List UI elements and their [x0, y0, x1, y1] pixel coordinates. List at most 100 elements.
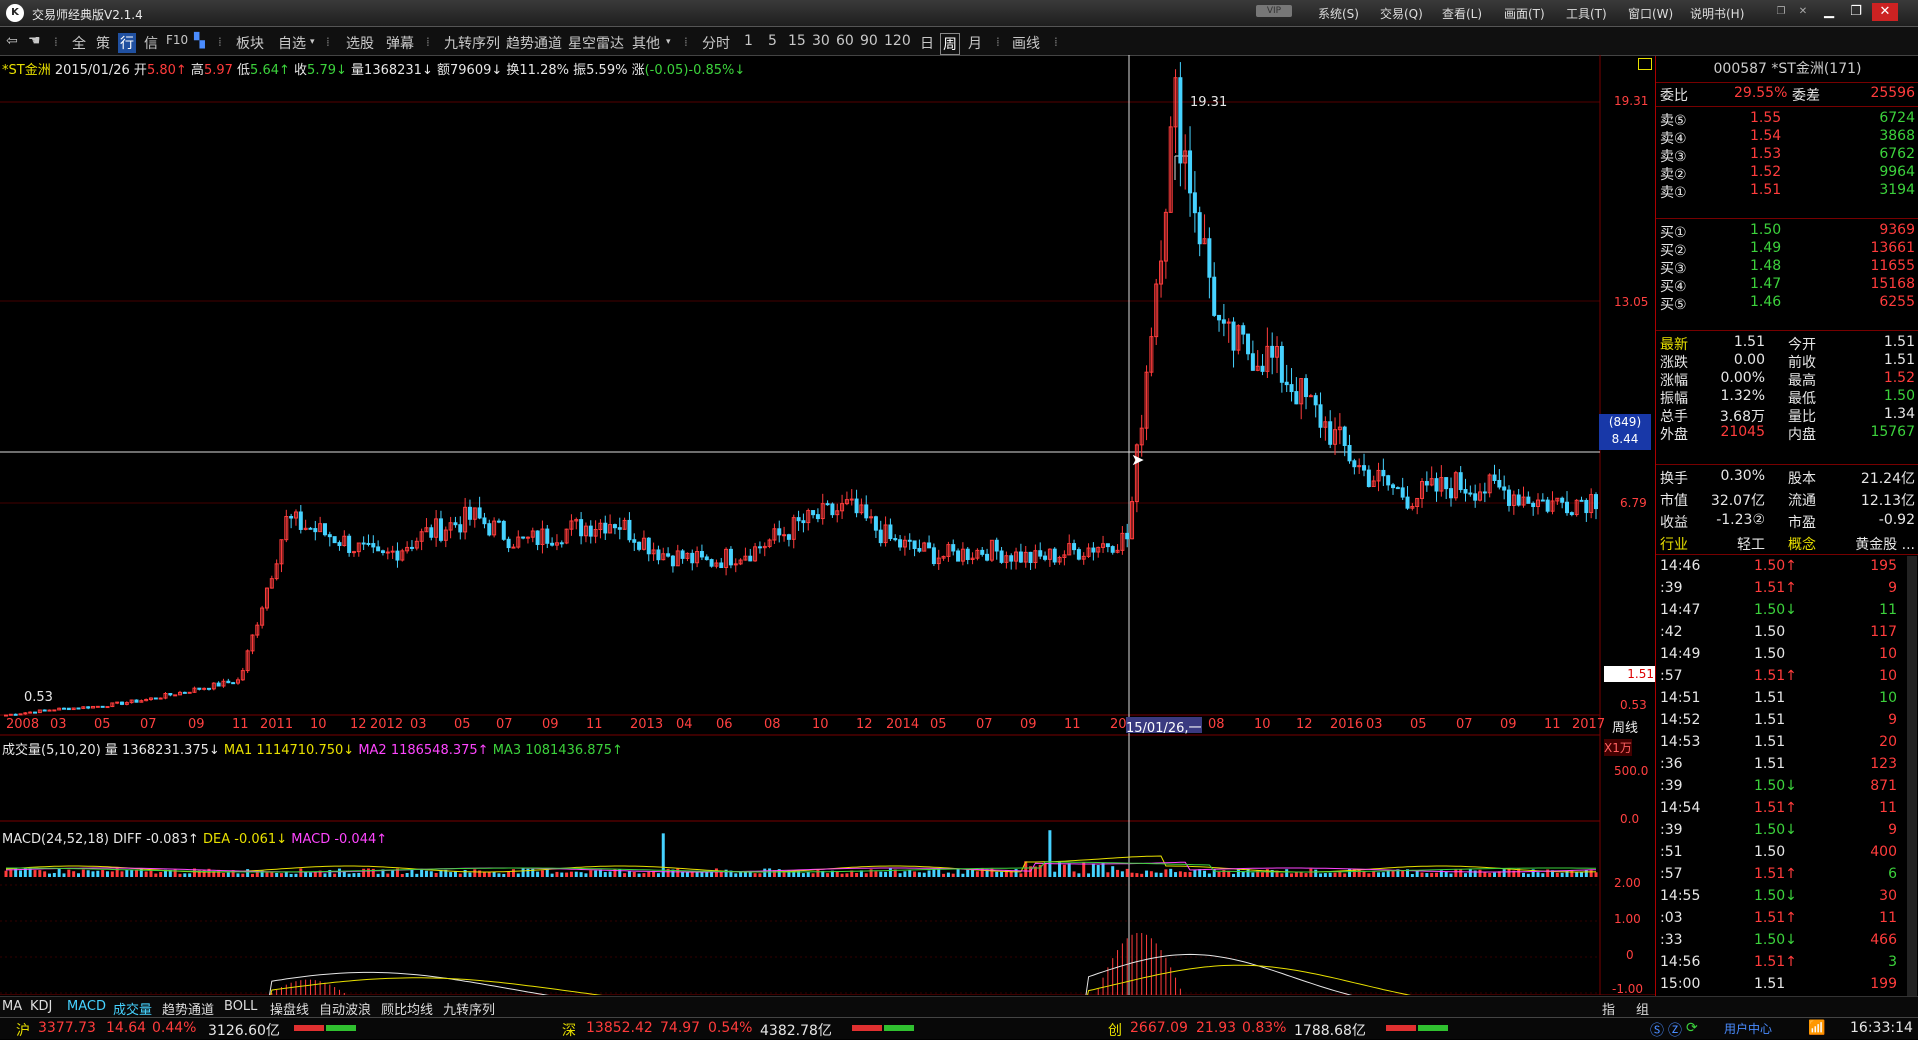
- indicator-tab[interactable]: 自动波浪: [319, 999, 371, 1018]
- tick-volume: 10: [1879, 646, 1897, 662]
- candle-body: [1507, 489, 1512, 506]
- candle-body: [371, 543, 376, 548]
- peak-price-label: 19.31: [1190, 95, 1228, 110]
- stat2-label: 行业: [1660, 537, 1688, 553]
- period-week[interactable]: 周: [940, 33, 960, 55]
- candle-body: [511, 546, 516, 549]
- vip-badge[interactable]: VIP: [1256, 5, 1292, 17]
- close-icon[interactable]: ✕: [1872, 3, 1898, 21]
- volume-bar: [642, 873, 646, 877]
- toolbar-sector[interactable]: 板块: [236, 33, 264, 53]
- menu-tools[interactable]: 工具(T): [1566, 5, 1607, 22]
- toolbar-f10[interactable]: F10: [166, 33, 188, 47]
- dropdown-icon[interactable]: ▾: [666, 37, 671, 47]
- sz-up-bar: [852, 1025, 882, 1031]
- indicator-tab[interactable]: 操盘线: [270, 999, 309, 1018]
- tick-row: 14:51 1.51 10: [1660, 688, 1915, 710]
- indicator-tab[interactable]: BOLL: [224, 999, 257, 1014]
- x-tick-label: 03: [410, 717, 427, 732]
- candle-body: [1217, 314, 1222, 321]
- indicator-tab[interactable]: 九转序列: [443, 999, 495, 1018]
- period-120min[interactable]: 120: [884, 33, 911, 49]
- volume-title: 成交量(5,10,20): [2, 743, 101, 758]
- indicator-tab[interactable]: KDJ: [30, 999, 52, 1014]
- menu-system[interactable]: 系统(S): [1318, 5, 1359, 22]
- s-icon[interactable]: Ⓢ: [1650, 1020, 1664, 1040]
- close-small-icon[interactable]: ✕: [1790, 3, 1816, 21]
- menu-screen[interactable]: 画面(T): [1504, 5, 1545, 22]
- toolbar-nine-turn[interactable]: 九转序列: [444, 33, 500, 53]
- volume-bar: [434, 872, 438, 877]
- volume-bar: [1082, 862, 1086, 877]
- menu-help[interactable]: 说明书(H): [1690, 5, 1744, 22]
- volume-bar: [1290, 873, 1294, 877]
- period-month[interactable]: 月: [968, 33, 982, 53]
- stat-label: 外盘: [1660, 427, 1688, 443]
- indicator-right-tab[interactable]: 指: [1602, 999, 1615, 1018]
- user-center-link[interactable]: 用户中心: [1724, 1020, 1772, 1037]
- menu-window[interactable]: 窗口(W): [1628, 5, 1673, 22]
- volume-bar: [502, 873, 506, 877]
- toolbar-quote[interactable]: 行: [118, 33, 136, 53]
- period-30min[interactable]: 30: [812, 33, 830, 49]
- period-day[interactable]: 日: [920, 33, 934, 53]
- indicator-tab[interactable]: 成交量: [113, 999, 152, 1018]
- volume-bar: [816, 870, 820, 877]
- period-5min[interactable]: 5: [768, 33, 777, 49]
- volume-bar: [1294, 871, 1298, 877]
- period-60min[interactable]: 60: [836, 33, 854, 49]
- candle-body: [1038, 550, 1043, 557]
- indicator-tab[interactable]: MACD: [67, 999, 106, 1014]
- period-intraday[interactable]: 分时: [702, 33, 730, 53]
- toolbar-other[interactable]: 其他: [632, 33, 660, 53]
- period-15min[interactable]: 15: [788, 33, 806, 49]
- period-1min[interactable]: 1: [744, 33, 753, 49]
- indicator-right-tab[interactable]: 组: [1636, 999, 1649, 1018]
- toolbar-star-radar[interactable]: 星空雷达: [568, 33, 624, 53]
- volume-bar: [1053, 871, 1057, 877]
- period-90min[interactable]: 90: [860, 33, 878, 49]
- x-tick-label: 06: [716, 717, 733, 732]
- refresh-icon[interactable]: ⟳: [1686, 1020, 1698, 1036]
- volume-bar: [91, 871, 95, 877]
- volume-bar: [637, 873, 641, 877]
- z-icon[interactable]: Ⓩ: [1668, 1020, 1682, 1040]
- toolbar-stock-select[interactable]: 选股: [346, 33, 374, 53]
- signal-icon: 📶: [1808, 1020, 1826, 1036]
- candle-body: [1105, 543, 1110, 548]
- kline-chart[interactable]: [0, 55, 1655, 995]
- volume-bar: [627, 871, 631, 877]
- indicator-tab[interactable]: MA: [2, 999, 22, 1014]
- toolbar-draw-line[interactable]: 画线: [1012, 33, 1040, 53]
- indicator-tab[interactable]: 趋势通道: [162, 999, 214, 1018]
- toolbar-trend-channel[interactable]: 趋势通道: [506, 33, 562, 53]
- volume-bar: [1449, 873, 1453, 877]
- hand-icon[interactable]: ☚: [28, 33, 41, 49]
- toolbar-info[interactable]: 信: [144, 33, 158, 53]
- tick-time: :03: [1660, 910, 1683, 926]
- candle-body: [298, 511, 303, 530]
- volume-bar: [932, 869, 936, 877]
- minimize-icon[interactable]: ▁: [1816, 3, 1842, 21]
- toolbar-danmaku[interactable]: 弹幕: [386, 33, 414, 53]
- candle-body: [1405, 496, 1410, 509]
- windows-icon[interactable]: ▚: [194, 33, 205, 49]
- maximize-icon[interactable]: ❐: [1843, 3, 1869, 21]
- volume-bar: [255, 872, 259, 877]
- volume-bar: [1169, 868, 1173, 877]
- back-icon[interactable]: ⇦: [6, 33, 18, 49]
- macd-y-1: 2.00: [1614, 876, 1641, 890]
- toolbar-strategy[interactable]: 策: [96, 33, 110, 53]
- volume-bar: [1265, 869, 1269, 877]
- dropdown-icon[interactable]: ▾: [310, 37, 315, 47]
- volume-bar: [376, 873, 380, 877]
- toolbar-watchlist[interactable]: 自选: [278, 33, 306, 53]
- toolbar-all[interactable]: 全: [72, 33, 86, 53]
- menu-view[interactable]: 查看(L): [1442, 5, 1482, 22]
- candle-body: [429, 527, 434, 538]
- menu-trade[interactable]: 交易(Q): [1380, 5, 1423, 22]
- volume-bar: [594, 870, 598, 877]
- indicator-tab[interactable]: 顾比均线: [381, 999, 433, 1018]
- stat-value: 0.00: [1733, 352, 1765, 368]
- candle-body: [796, 517, 801, 522]
